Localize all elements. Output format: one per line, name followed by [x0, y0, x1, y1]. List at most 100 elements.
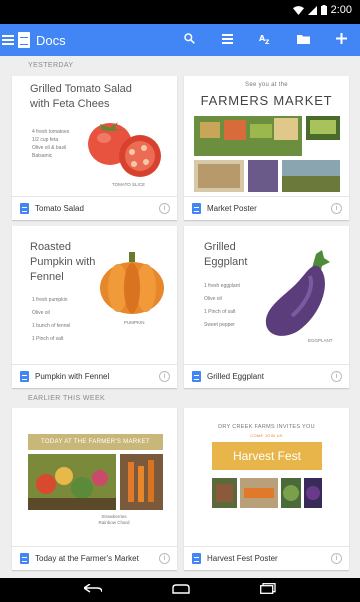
ingredient-line: 1 Pinch of salt — [32, 336, 64, 342]
ingredient-line: Olive oil & basil — [32, 145, 67, 151]
thumb-subtitle: DRY CREEK FARMS INVITES YOU — [218, 424, 315, 430]
home-icon[interactable] — [171, 581, 191, 599]
info-icon[interactable]: i — [331, 371, 342, 382]
status-icons: 2:00 — [292, 4, 352, 16]
documents-grid: Yesterday Grilled Tomato Salad with Feta… — [0, 56, 360, 578]
status-time: 2:00 — [330, 4, 352, 16]
thumb-title: Grilled Eggplant — [204, 240, 247, 270]
info-icon[interactable]: i — [159, 203, 170, 214]
eggplant-illustration — [258, 248, 338, 349]
doc-thumbnail: TODAY AT THE FARMER'S MARKET Strawberrie… — [12, 408, 177, 544]
doc-card-footer: Grilled Eggplant i — [184, 364, 349, 388]
thumb-title: FARMERS MARKET — [200, 93, 333, 108]
harvest-photos — [212, 478, 322, 513]
docs-logo-icon — [18, 32, 30, 48]
tomato-illustration — [82, 114, 167, 187]
list-view-icon — [221, 31, 233, 49]
doc-thumbnail: Grilled Tomato Salad with Feta Chees 4 f… — [12, 76, 177, 194]
status-bar: 2:00 — [0, 0, 360, 24]
thumb-banner-text: TODAY AT THE FARMER'S MARKET — [41, 439, 150, 445]
info-icon[interactable]: i — [159, 371, 170, 382]
thumb-ingredients: 1 fresh pumpkin Olive oil 1 bunch of fen… — [32, 294, 70, 346]
doc-thumbnail: See you at the FARMERS MARKET — [184, 76, 349, 194]
ingredient-line: Olive oil — [32, 310, 50, 316]
section-label-earlier-this-week: Earlier this week — [28, 395, 106, 402]
add-button[interactable] — [322, 31, 360, 49]
search-icon — [183, 31, 195, 49]
app-bar: Docs AZ — [0, 24, 360, 56]
thumb-title-line: Roasted — [30, 241, 71, 253]
thumb-caption: PUMPKIN — [124, 320, 145, 325]
doc-thumbnail: Grilled Eggplant 1 fresh eggplant Olive … — [184, 226, 349, 362]
doc-title: Today at the Farmer's Market — [35, 554, 139, 563]
info-icon[interactable]: i — [159, 553, 170, 564]
doc-title: Pumpkin with Fennel — [35, 372, 110, 381]
thumb-caption: TOMATO SLICE — [112, 182, 146, 187]
add-icon — [335, 31, 347, 49]
navigation-bar — [0, 578, 360, 602]
thumb-title-line: Pumpkin with — [30, 256, 96, 268]
search-button[interactable] — [170, 31, 208, 49]
thumb-banner: TODAY AT THE FARMER'S MARKET — [28, 434, 163, 450]
doc-thumbnail: DRY CREEK FARMS INVITES YOU COME JOIN US… — [184, 408, 349, 544]
doc-card-grilled-eggplant[interactable]: Grilled Eggplant 1 fresh eggplant Olive … — [184, 226, 349, 388]
thumb-caption: EGGPLANT — [308, 338, 333, 343]
android-screen: 2:00 Docs AZ YESTERDAY Grilled Tomato Sa… — [0, 0, 360, 602]
market-photo-collage — [194, 116, 340, 194]
ingredient-line: 1 Pinch of salt — [204, 309, 236, 315]
thumb-title-line: Fennel — [30, 271, 64, 283]
folder-icon — [296, 31, 310, 49]
doc-title: Tomato Salad — [35, 204, 84, 213]
app-title: Docs — [36, 32, 66, 48]
thumb-ingredients: 4 fresh tomatoes 1/2 cup feta Olive oil … — [32, 128, 69, 160]
ingredient-line: 4 fresh tomatoes — [32, 129, 70, 135]
signal-icon — [307, 5, 317, 15]
doc-card-footer: Market Poster i — [184, 196, 349, 220]
doc-card-footer: Pumpkin with Fennel i — [12, 364, 177, 388]
sort-icon: AZ — [259, 31, 271, 49]
thumb-caption: Strawberries Rainbow Chard — [94, 514, 134, 526]
sort-button[interactable]: AZ — [246, 31, 284, 49]
doc-card-market-poster[interactable]: See you at the FARMERS MARKET Market Pos… — [184, 76, 349, 220]
recent-apps-icon[interactable] — [259, 581, 276, 599]
ingredient-line: Balsamic — [32, 153, 53, 159]
docs-file-icon — [192, 553, 201, 564]
doc-title: Harvest Fest Poster — [207, 554, 278, 563]
thumb-banner: Harvest Fest — [212, 442, 322, 470]
thumb-subtitle: See you at the — [245, 82, 288, 88]
thumb-title: Roasted Pumpkin with Fennel — [30, 240, 95, 285]
docs-file-icon — [192, 203, 201, 214]
wifi-icon — [292, 5, 304, 15]
list-view-button[interactable] — [208, 31, 246, 49]
app-bar-actions: AZ — [170, 24, 360, 56]
info-icon[interactable]: i — [331, 203, 342, 214]
doc-title: Grilled Eggplant — [207, 372, 264, 381]
doc-card-tomato-salad[interactable]: Grilled Tomato Salad with Feta Chees 4 f… — [12, 76, 177, 220]
thumb-ingredients: 1 fresh eggplant Olive oil 1 Pinch of sa… — [204, 280, 240, 332]
docs-file-icon — [20, 371, 29, 382]
doc-card-footer: Tomato Salad i — [12, 196, 177, 220]
menu-icon[interactable] — [2, 35, 14, 45]
doc-title: Market Poster — [207, 204, 257, 213]
thumb-caption-line: Rainbow Chard — [98, 520, 130, 525]
section-label-yesterday: Yesterday — [28, 62, 74, 69]
back-icon[interactable] — [83, 581, 104, 599]
thumb-title: Grilled Tomato Salad with Feta Chees — [30, 82, 132, 112]
thumb-title-line: with Feta Chees — [30, 98, 110, 110]
docs-file-icon — [192, 371, 201, 382]
folder-button[interactable] — [284, 31, 322, 49]
doc-card-pumpkin-with-fennel[interactable]: Roasted Pumpkin with Fennel 1 fresh pump… — [12, 226, 177, 388]
thumb-tagline: COME JOIN US — [250, 433, 283, 438]
ingredient-line: 1/2 cup feta — [32, 137, 59, 143]
market-photos — [28, 454, 163, 515]
doc-card-harvest-fest-poster[interactable]: DRY CREEK FARMS INVITES YOU COME JOIN US… — [184, 408, 349, 570]
ingredient-line: 1 bunch of fennel — [32, 323, 71, 329]
info-icon[interactable]: i — [331, 553, 342, 564]
thumb-title-line: Grilled — [204, 241, 236, 253]
doc-thumbnail: Roasted Pumpkin with Fennel 1 fresh pump… — [12, 226, 177, 362]
thumb-banner-text: Harvest Fest — [232, 449, 301, 463]
ingredient-line: Sweet pepper — [204, 322, 235, 328]
doc-card-footer: Harvest Fest Poster i — [184, 546, 349, 570]
doc-card-todays-market[interactable]: TODAY AT THE FARMER'S MARKET Strawberrie… — [12, 408, 177, 570]
thumb-title-line: Eggplant — [204, 256, 248, 268]
